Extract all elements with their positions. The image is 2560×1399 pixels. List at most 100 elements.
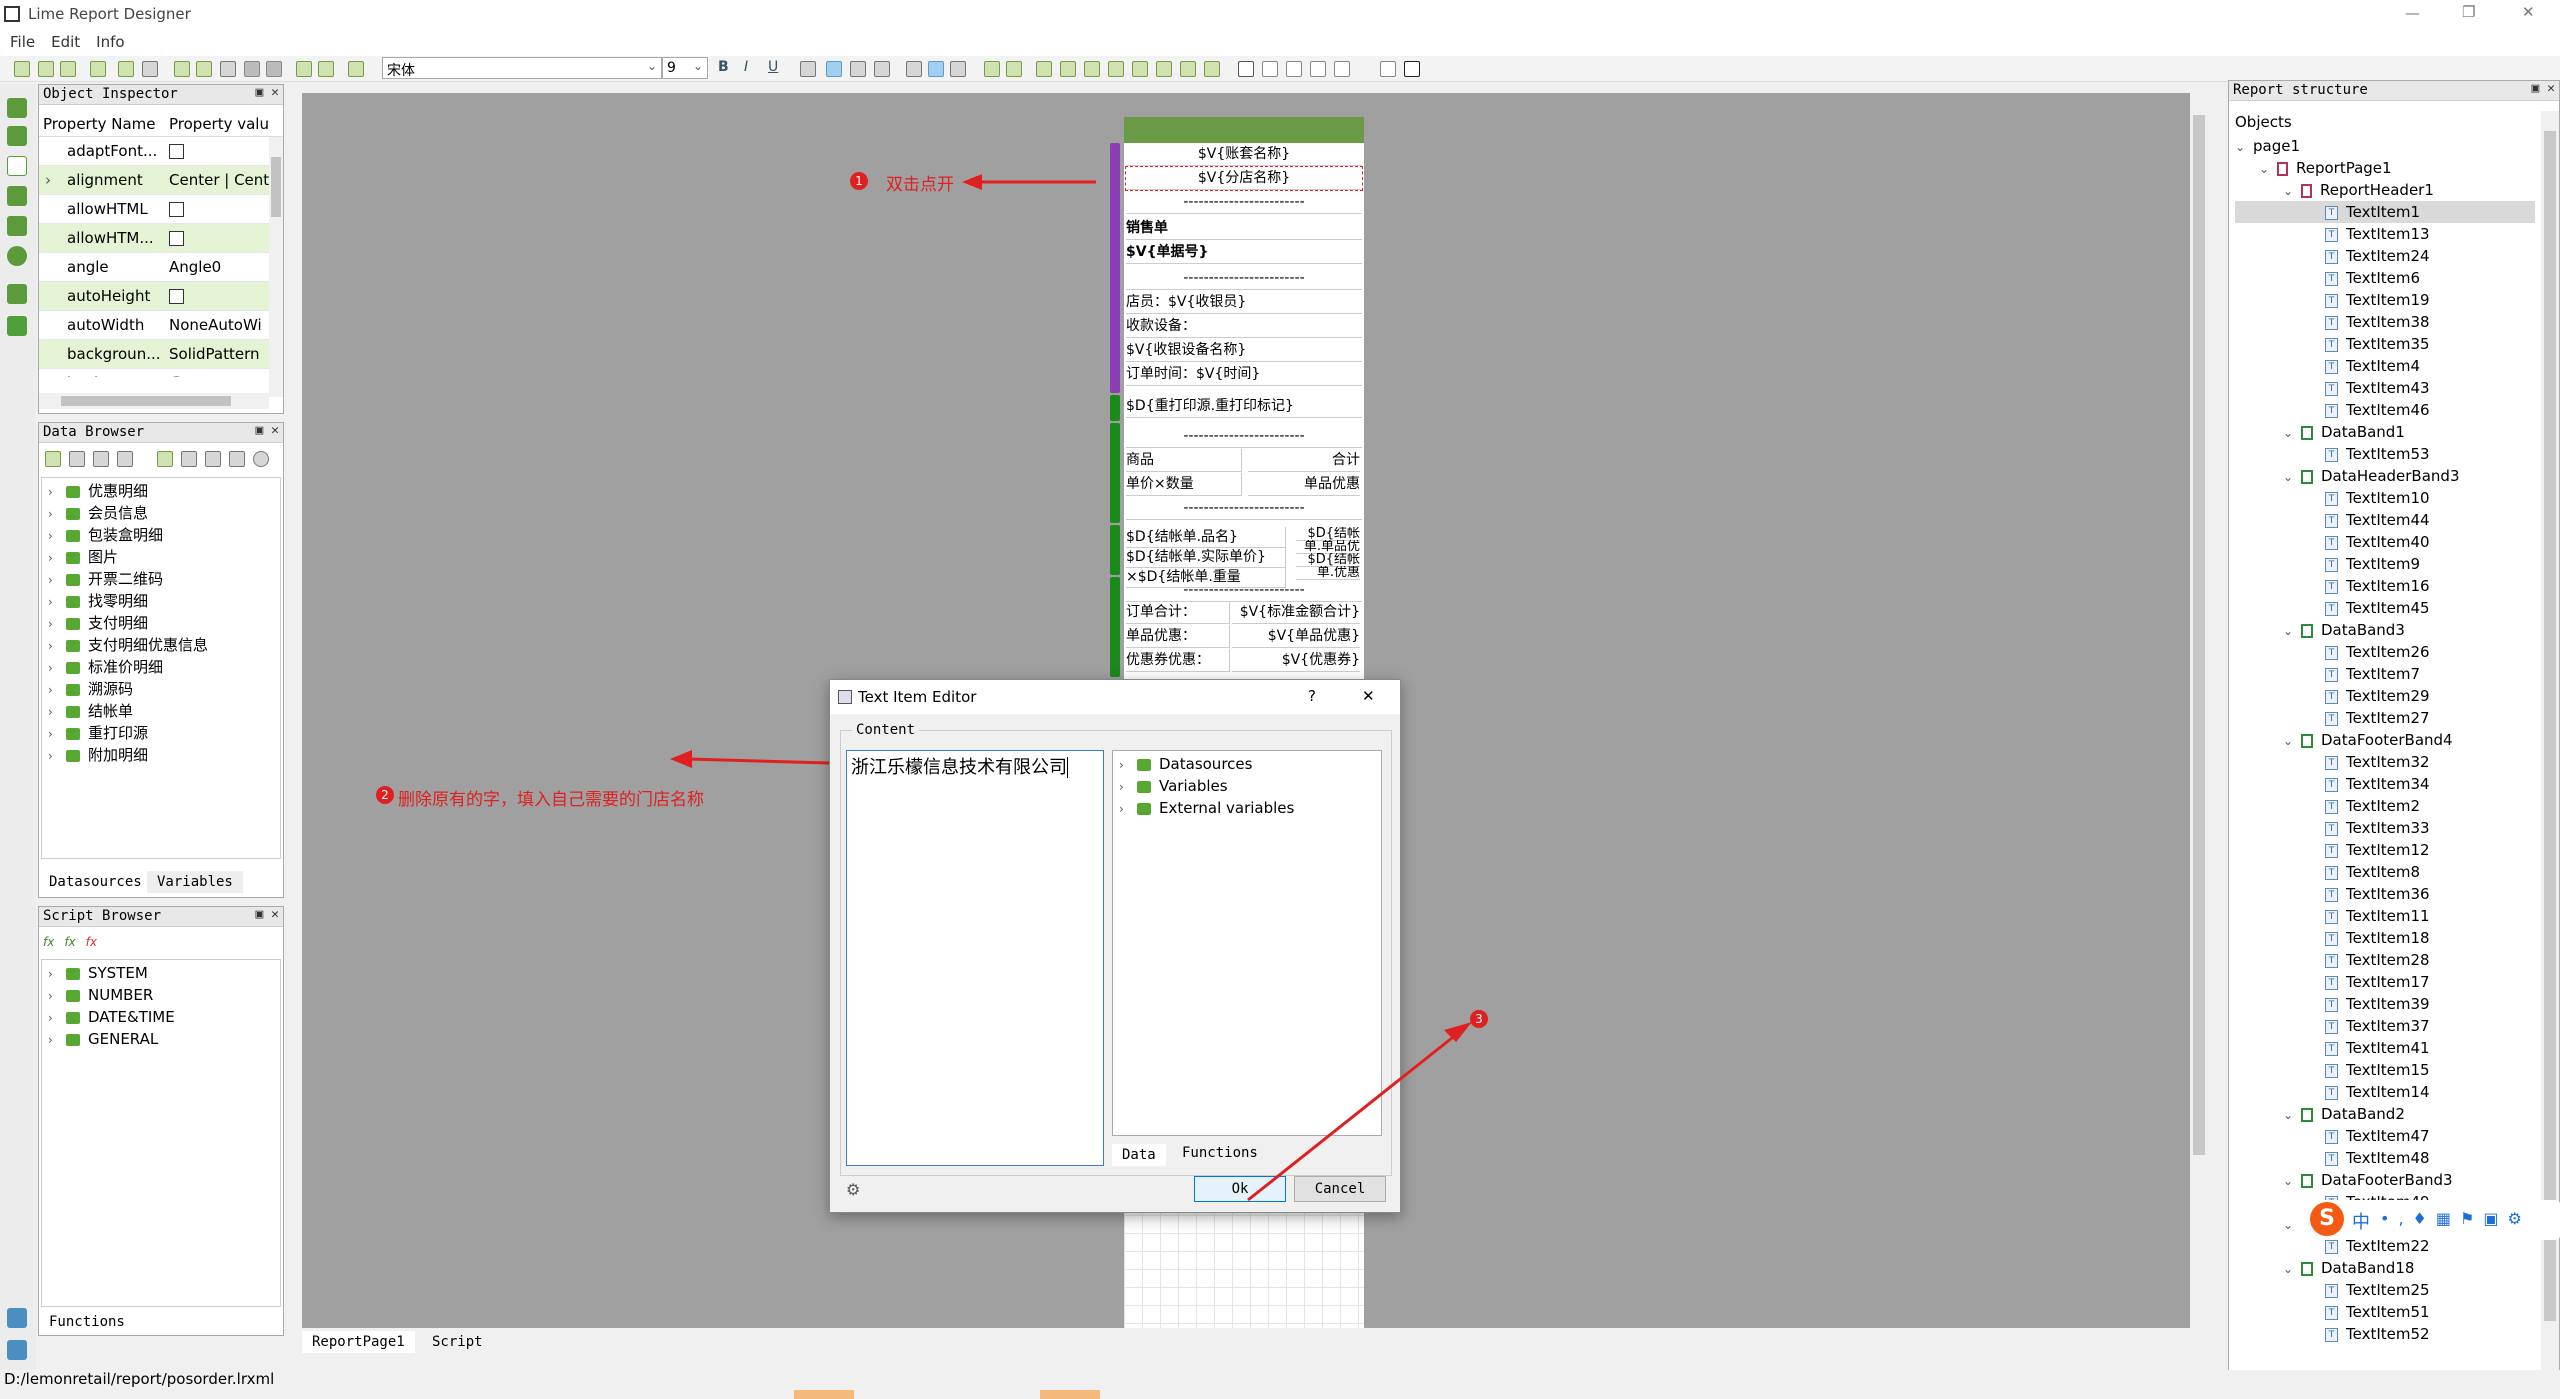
tree-node-textitem[interactable]: T TextItem19 [2235, 289, 2535, 311]
tree-node-textitem[interactable]: T TextItem46 [2235, 399, 2535, 421]
property-row-selected[interactable]: › alignment Center | Cent [39, 166, 269, 195]
border-all-icon[interactable] [1238, 61, 1254, 77]
tab-script[interactable]: Script [422, 1331, 493, 1353]
redo-icon[interactable] [266, 61, 282, 77]
panel-float-close-icon[interactable]: ▣ ✕ [256, 907, 279, 922]
expand-arrow-icon[interactable]: ⌄ [2283, 422, 2301, 444]
tree-node-textitem[interactable]: T TextItem4 [2235, 355, 2535, 377]
tab-variables[interactable]: Variables [147, 871, 243, 893]
tree-node-textitem[interactable]: T TextItem11 [2235, 905, 2535, 927]
datasource-item[interactable]: › 开票二维码 [48, 568, 208, 590]
close-icon[interactable]: ✕ [2522, 3, 2535, 21]
report-text-item[interactable]: ------------------------ [1126, 579, 1362, 602]
tree-node-textitem[interactable]: T TextItem33 [2235, 817, 2535, 839]
shape-tool-icon[interactable] [7, 246, 27, 266]
band-tool-icon[interactable] [7, 126, 27, 146]
expand-arrow-icon[interactable]: ⌄ [2283, 1170, 2301, 1192]
underline-button[interactable]: U [768, 59, 778, 75]
tree-node-band[interactable]: ⌄ DataHeaderBand3 [2235, 465, 2535, 487]
report-text-item[interactable]: 订单时间：$V{时间} [1126, 363, 1362, 386]
bold-button[interactable]: B [718, 59, 729, 75]
same-height-icon[interactable] [1204, 61, 1220, 77]
property-checkbox[interactable] [169, 289, 184, 304]
edit-datasource-icon[interactable] [69, 451, 85, 467]
tree-node-textitem[interactable]: T TextItem38 [2235, 311, 2535, 333]
tree-node-textitem[interactable]: T TextItem26 [2235, 641, 2535, 663]
expand-arrow-icon[interactable]: › [48, 679, 66, 701]
tree-node-page[interactable]: ⌄ page1 [2235, 135, 2535, 157]
border-box-icon[interactable] [1404, 61, 1420, 77]
tree-node-textitem[interactable]: T TextItem25 [2235, 1279, 2535, 1301]
expand-arrow-icon[interactable]: › [48, 1029, 66, 1051]
tree-node-textitem[interactable]: T TextItem9 [2235, 553, 2535, 575]
expand-arrow-icon[interactable]: › [48, 723, 66, 745]
border-top-icon[interactable] [1262, 61, 1278, 77]
report-text-item[interactable]: $V{单品优惠} [1232, 625, 1360, 648]
zoom-in-icon[interactable] [296, 61, 312, 77]
align-left-icon[interactable] [800, 61, 816, 77]
delete-function-icon[interactable]: fx [86, 935, 97, 949]
dock-bottom-icon[interactable] [7, 1340, 27, 1360]
edit-function-icon[interactable]: fx [64, 935, 75, 949]
expand-arrow-icon[interactable]: ⌄ [2235, 136, 2253, 158]
delete-tool-icon[interactable] [7, 316, 27, 336]
report-text-item[interactable]: 合计 [1248, 449, 1360, 472]
align-justify-icon[interactable] [874, 61, 890, 77]
expand-arrow-icon[interactable]: › [48, 613, 66, 635]
tree-node-textitem[interactable]: T TextItem36 [2235, 883, 2535, 905]
expand-arrow-icon[interactable]: ⌄ [2283, 180, 2301, 202]
vertical-scrollbar[interactable] [269, 137, 283, 397]
tree-node-textitem[interactable]: T TextItem17 [2235, 971, 2535, 993]
expand-arrow-icon[interactable]: › [1119, 798, 1137, 820]
align-left-edges-icon[interactable] [1060, 61, 1076, 77]
expand-arrow-icon[interactable]: › [48, 503, 66, 525]
expand-arrow-icon[interactable]: › [48, 985, 66, 1007]
maximize-icon[interactable]: ❐ [2462, 3, 2475, 21]
save-icon[interactable] [60, 61, 76, 77]
tree-node-textitem[interactable]: T TextItem1 [2235, 201, 2535, 223]
tree-node-textitem[interactable]: T TextItem52 [2235, 1323, 2535, 1345]
add-datasource-icon[interactable] [45, 451, 61, 467]
expand-arrow-icon[interactable]: ⌄ [2283, 1214, 2301, 1236]
report-text-item[interactable]: 单.优惠 [1296, 566, 1360, 580]
property-row[interactable]: angle Angle0 [39, 253, 269, 282]
report-text-item[interactable]: 单品优惠 [1248, 473, 1360, 496]
print-pdf-icon[interactable] [142, 61, 158, 77]
property-row[interactable]: autoWidth NoneAutoWi [39, 311, 269, 340]
report-header-band[interactable] [1110, 143, 1120, 393]
tree-node-textitem[interactable]: T TextItem34 [2235, 773, 2535, 795]
property-row[interactable]: allowHTM... [39, 224, 269, 253]
font-family-select[interactable]: 宋体 ⌄ [382, 57, 662, 79]
chart-tool-icon[interactable] [7, 284, 27, 304]
expand-arrow-icon[interactable]: › [48, 569, 66, 591]
tree-node-textitem[interactable]: T TextItem44 [2235, 509, 2535, 531]
text-item-tool-icon[interactable] [7, 156, 27, 176]
datasource-item[interactable]: › 重打印源 [48, 722, 208, 744]
tree-node-band[interactable]: ⌄ DataBand3 [2235, 619, 2535, 641]
report-text-item[interactable]: $V{收银设备名称} [1126, 339, 1362, 362]
datasource-item[interactable]: › 优惠明细 [48, 480, 208, 502]
valign-center-icon[interactable] [928, 61, 944, 77]
tree-node-textitem[interactable]: T TextItem51 [2235, 1301, 2535, 1323]
expand-arrow-icon[interactable]: › [48, 963, 66, 985]
property-row[interactable]: backgroun... [39, 369, 269, 377]
align-hcenter-icon[interactable] [1108, 61, 1124, 77]
tree-node-textitem[interactable]: T TextItem43 [2235, 377, 2535, 399]
expand-arrow-icon[interactable]: › [48, 657, 66, 679]
expand-arrow-icon[interactable]: › [45, 166, 51, 195]
align-top-edges-icon[interactable] [1132, 61, 1148, 77]
settings-icon[interactable] [253, 451, 269, 467]
print-icon[interactable] [118, 61, 134, 77]
report-text-item[interactable]: $D{结帐单.品名} [1126, 527, 1286, 548]
report-text-item[interactable]: $V{分店名称} [1125, 166, 1363, 191]
tree-node-textitem[interactable]: T TextItem18 [2235, 927, 2535, 949]
tree-node-band[interactable]: ⌄ DataFooterBand3 [2235, 1169, 2535, 1191]
border-bottom-icon[interactable] [1286, 61, 1302, 77]
function-group-item[interactable]: › NUMBER [48, 984, 175, 1006]
tree-node-textitem[interactable]: T TextItem7 [2235, 663, 2535, 685]
data-node-item[interactable]: › Datasources [1119, 753, 1294, 775]
expand-arrow-icon[interactable]: ⌄ [2283, 1258, 2301, 1280]
ime-lang[interactable]: 中 [2352, 1208, 2370, 1234]
menu-info[interactable]: Info [96, 30, 124, 54]
function-group-item[interactable]: › SYSTEM [48, 962, 175, 984]
